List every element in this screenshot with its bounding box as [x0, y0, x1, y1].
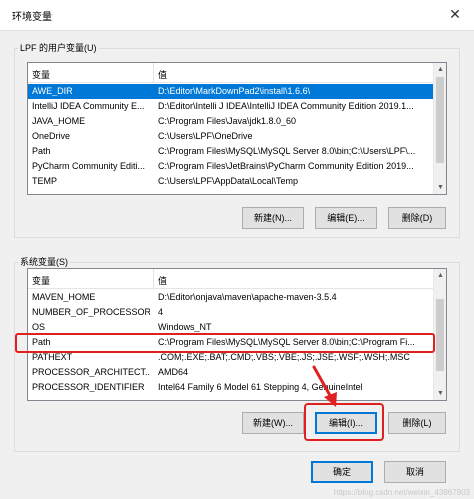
scroll-thumb[interactable] — [436, 77, 444, 163]
variable-name: PROCESSOR_ARCHITECT... — [32, 367, 150, 377]
variable-value: .COM;.EXE;.BAT;.CMD;.VBS;.VBE;.JS;.JSE;.… — [158, 352, 410, 362]
variable-name: JAVA_HOME — [32, 116, 86, 126]
variable-name: PyCharm Community Editi... — [32, 161, 146, 171]
column-header-name[interactable]: 变量 — [32, 68, 50, 81]
table-row[interactable]: PROCESSOR_IDENTIFIER Intel64 Family 6 Mod… — [28, 380, 434, 395]
scroll-up-icon[interactable]: ▲ — [434, 269, 446, 282]
variable-value: C:\Users\LPF\AppData\Local\Temp — [158, 176, 299, 186]
column-separator[interactable] — [153, 63, 154, 83]
system-delete-button[interactable]: 删除(L) — [388, 412, 446, 434]
variable-name: Path — [32, 146, 51, 156]
column-separator[interactable] — [153, 269, 154, 289]
user-edit-button[interactable]: 编辑(E)... — [315, 207, 377, 229]
variable-value: C:\Program Files\MySQL\MySQL Server 8.0\… — [158, 146, 416, 156]
variable-value: D:\Editor\Intelli J IDEA\IntelliJ IDEA C… — [158, 101, 414, 111]
variable-value: Intel64 Family 6 Model 61 Stepping 4, Ge… — [158, 382, 363, 392]
variable-name: OS — [32, 322, 46, 332]
table-row[interactable]: MAVEN_HOME D:\Editor\onjava\maven\apache-… — [28, 290, 434, 305]
variable-name: OneDrive — [32, 131, 71, 141]
system-new-button[interactable]: 新建(W)... — [242, 412, 304, 434]
user-vars-list[interactable]: 变量 值 AWE_DIR D:\Editor\MarkDownPad2\insta… — [27, 62, 447, 195]
variable-value: AMD64 — [158, 367, 189, 377]
variable-name: AWE_DIR — [32, 86, 73, 96]
variable-name: IntelliJ IDEA Community E... — [32, 101, 145, 111]
ok-button[interactable]: 确定 — [311, 461, 373, 483]
variable-name: MAVEN_HOME — [32, 292, 96, 302]
variable-value: C:\Users\LPF\OneDrive — [158, 131, 253, 141]
variable-value: D:\Editor\onjava\maven\apache-maven-3.5.… — [158, 292, 337, 302]
table-row[interactable]: IntelliJ IDEA Community E... D:\Editor\In… — [28, 99, 434, 114]
window-title: 环境变量 — [12, 12, 52, 23]
scroll-up-icon[interactable]: ▲ — [434, 63, 446, 76]
variable-value: 4 — [158, 307, 164, 317]
table-row[interactable]: NUMBER_OF_PROCESSORS 4 — [28, 305, 434, 320]
user-new-button[interactable]: 新建(N)... — [242, 207, 304, 229]
column-header-value[interactable]: 值 — [158, 274, 167, 287]
table-row[interactable]: PROCESSOR_ARCHITECT... AMD64 — [28, 365, 434, 380]
table-row[interactable]: JAVA_HOME C:\Program Files\Java\jdk1.8.0_… — [28, 114, 434, 129]
watermark: https://blog.csdn.net/weixin_43867903 — [333, 488, 470, 497]
user-vars-rows: AWE_DIR D:\Editor\MarkDownPad2\install\1.… — [28, 84, 434, 189]
title-bar: 环境变量 ✕ — [0, 0, 474, 30]
path-row-highlight — [15, 333, 435, 353]
table-row[interactable]: TEMP C:\Users\LPF\AppData\Local\Temp — [28, 174, 434, 189]
system-vars-list-header: 变量 值 — [28, 269, 434, 289]
variable-value: C:\Program Files\Java\jdk1.8.0_60 — [158, 116, 297, 126]
scroll-down-icon[interactable]: ▼ — [434, 387, 446, 400]
variable-name: TEMP — [32, 176, 58, 186]
variable-name: PROCESSOR_IDENTIFIER — [32, 382, 145, 392]
table-row[interactable]: OneDrive C:\Users\LPF\OneDrive — [28, 129, 434, 144]
variable-value: D:\Editor\MarkDownPad2\install\1.6.6\ — [158, 86, 311, 96]
system-vars-group-label: 系统变量(S) — [18, 255, 70, 268]
variable-value: C:\Program Files\JetBrains\PyCharm Commu… — [158, 161, 414, 171]
column-header-value[interactable]: 值 — [158, 68, 167, 81]
annotation-arrow-icon — [312, 365, 337, 407]
column-header-name[interactable]: 变量 — [32, 274, 50, 287]
user-vars-scrollbar[interactable]: ▲ ▼ — [433, 63, 446, 194]
scroll-thumb[interactable] — [436, 299, 444, 371]
variable-name: PATHEXT — [32, 352, 73, 362]
variable-value: Windows_NT — [158, 322, 212, 332]
table-row[interactable]: PyCharm Community Editi... C:\Program Fil… — [28, 159, 434, 174]
cancel-button[interactable]: 取消 — [384, 461, 446, 483]
table-row[interactable]: AWE_DIR D:\Editor\MarkDownPad2\install\1.… — [28, 84, 434, 99]
variable-name: NUMBER_OF_PROCESSORS — [32, 307, 150, 317]
scroll-down-icon[interactable]: ▼ — [434, 181, 446, 194]
user-delete-button[interactable]: 删除(D) — [388, 207, 446, 229]
table-row[interactable]: Path C:\Program Files\MySQL\MySQL Server … — [28, 144, 434, 159]
user-vars-list-header: 变量 值 — [28, 63, 434, 83]
close-icon[interactable]: ✕ — [444, 4, 466, 24]
user-vars-group-label: LPF 的用户变量(U) — [18, 41, 99, 54]
